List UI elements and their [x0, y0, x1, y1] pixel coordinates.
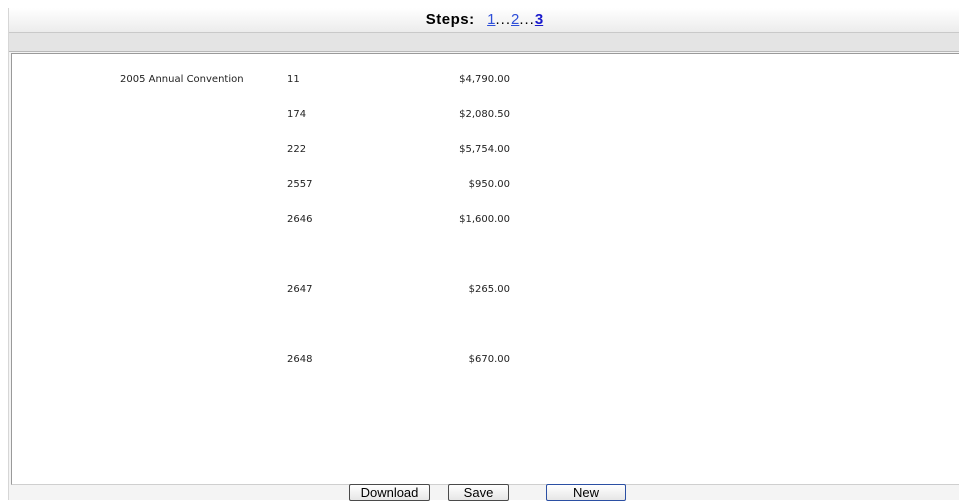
results-panel: 2005 Annual Convention 11 $4,790.00 174 … — [11, 53, 959, 485]
step-separator: ... — [519, 11, 535, 28]
report-frame: Steps: 1...2...3 2005 Annual Convention … — [8, 8, 959, 501]
steps-bar: Steps: 1...2...3 — [9, 8, 959, 33]
amount: $2,080.50 — [459, 109, 510, 120]
new-button[interactable]: New — [546, 484, 626, 501]
step-3-link[interactable]: 3 — [535, 11, 543, 28]
amount: $1,600.00 — [459, 214, 510, 225]
record-id: 222 — [287, 144, 307, 155]
button-bar: Download Save New — [9, 484, 959, 501]
amount: $4,790.00 — [459, 74, 510, 85]
amount: $670.00 — [468, 354, 510, 365]
record-id: 2647 — [287, 284, 313, 295]
record-id: 174 — [287, 109, 307, 120]
record-id: 2557 — [287, 179, 313, 190]
download-button[interactable]: Download — [349, 484, 430, 501]
record-id: 2648 — [287, 354, 313, 365]
event-name: 2005 Annual Convention — [120, 74, 244, 85]
amount: $5,754.00 — [459, 144, 510, 155]
save-button[interactable]: Save — [448, 484, 509, 501]
record-id: 11 — [287, 74, 300, 85]
record-id: 2646 — [287, 214, 313, 225]
amount: $950.00 — [468, 179, 510, 190]
amount: $265.00 — [468, 284, 510, 295]
steps-label: Steps: — [425, 11, 475, 28]
toolbar-strip — [9, 33, 959, 52]
step-separator: ... — [495, 11, 511, 28]
